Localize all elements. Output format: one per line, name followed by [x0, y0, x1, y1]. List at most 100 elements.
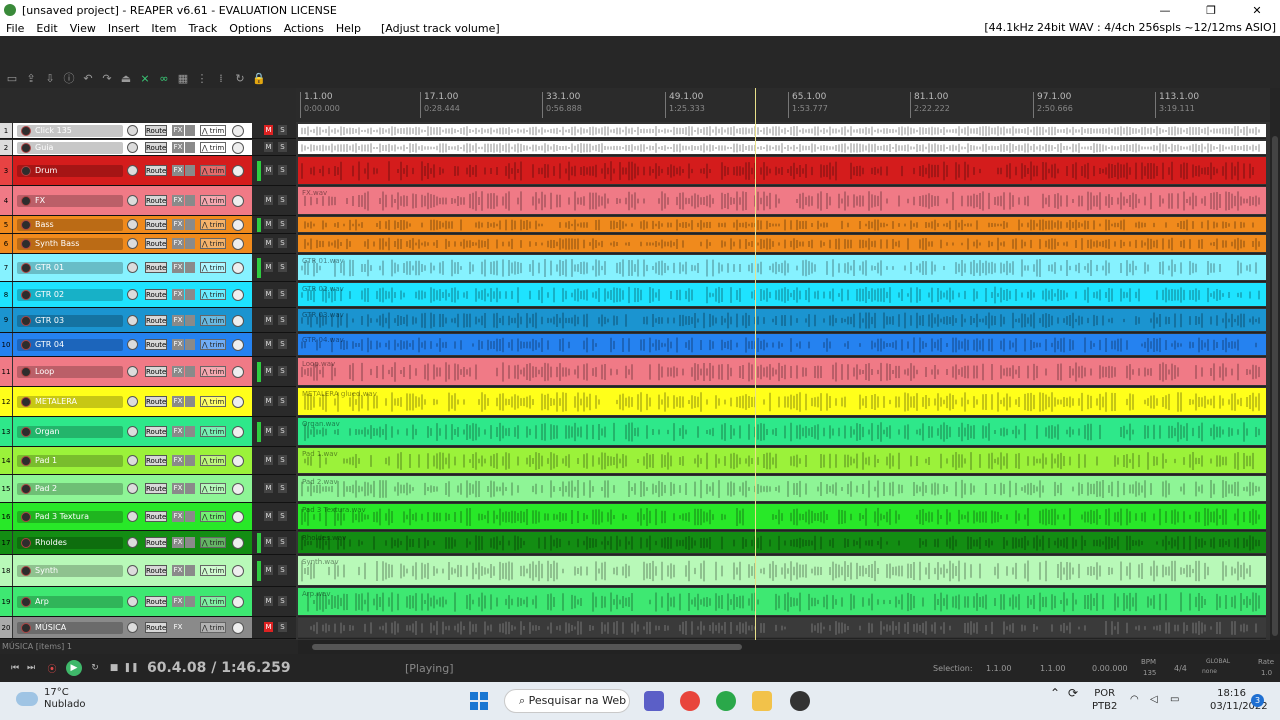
solo-button[interactable]: S [278, 315, 287, 325]
track-name[interactable]: Rholdes [17, 537, 123, 549]
menu-file[interactable]: File [0, 22, 30, 35]
pan-knob[interactable] [232, 565, 244, 577]
track-number[interactable]: 12 [0, 387, 13, 416]
automation-mode-button[interactable]: ⋀ trim [200, 455, 226, 466]
pan-knob[interactable] [232, 142, 244, 154]
snap-icon[interactable]: ⋮ [194, 70, 210, 86]
mute-button[interactable]: M [264, 565, 273, 575]
track-lane[interactable]: FX.wav [298, 186, 1266, 216]
volume-knob[interactable] [127, 262, 138, 273]
media-item[interactable]: Arp.wav [298, 588, 1266, 615]
fx-button[interactable]: FX [172, 262, 184, 273]
volume-knob[interactable] [127, 596, 138, 607]
pan-knob[interactable] [232, 195, 244, 207]
track-number[interactable]: 4 [0, 186, 13, 215]
fx-bypass-icon[interactable] [185, 426, 195, 437]
mute-button[interactable]: M [264, 142, 273, 152]
mute-button[interactable]: M [264, 596, 273, 606]
mute-button[interactable]: M [264, 366, 273, 376]
mute-button[interactable]: M [264, 426, 273, 436]
track-header[interactable]: 20 MÚSICA Route FX ⋀ trim M S [0, 617, 296, 639]
mute-button[interactable]: M [264, 219, 273, 229]
route-button[interactable]: Route [145, 537, 167, 548]
redo-icon[interactable]: ↷ [99, 70, 115, 86]
volume-knob[interactable] [127, 125, 138, 136]
automation-mode-button[interactable]: ⋀ trim [200, 262, 226, 273]
automation-mode-button[interactable]: ⋀ trim [200, 366, 226, 377]
fx-bypass-icon[interactable] [185, 396, 195, 407]
menu-view[interactable]: View [64, 22, 102, 35]
fx-button[interactable]: FX [172, 396, 184, 407]
fx-button[interactable]: FX [172, 596, 184, 607]
mute-button[interactable]: M [264, 125, 273, 135]
open-project-icon[interactable]: ⇪ [23, 70, 39, 86]
automation-mode-button[interactable]: ⋀ trim [200, 165, 226, 176]
chrome-icon[interactable] [680, 691, 700, 711]
media-item[interactable]: Loop.wav [298, 358, 1266, 385]
automation-mode-button[interactable]: ⋀ trim [200, 622, 226, 633]
volume-knob[interactable] [127, 622, 138, 633]
time-position[interactable]: 60.4.08 / 1:46.259 [147, 660, 291, 676]
envelope-icon[interactable]: ⁞ [213, 70, 229, 86]
solo-button[interactable]: S [278, 455, 287, 465]
track-name[interactable]: Synth [17, 565, 123, 577]
fx-button[interactable]: FX [172, 315, 184, 326]
track-number[interactable]: 5 [0, 216, 13, 233]
track-header[interactable]: 7 GTR 01 Route FX ⋀ trim M S [0, 254, 296, 282]
track-header[interactable]: 3 Drum Route FX ⋀ trim M S [0, 156, 296, 186]
automation-mode-button[interactable]: ⋀ trim [200, 483, 226, 494]
media-item[interactable] [298, 217, 1266, 232]
track-header[interactable]: 18 Synth Route FX ⋀ trim M S [0, 555, 296, 587]
track-lane[interactable]: GTR 01.wav [298, 254, 1266, 282]
route-button[interactable]: Route [145, 165, 167, 176]
media-item[interactable]: GTR 04.wav [298, 334, 1266, 355]
maximize-button[interactable]: ❐ [1188, 0, 1234, 20]
volume-knob[interactable] [127, 219, 138, 230]
route-button[interactable]: Route [145, 339, 167, 350]
pan-knob[interactable] [232, 339, 244, 351]
weather-widget[interactable]: 17°C Nublado [16, 687, 86, 711]
solo-button[interactable]: S [278, 537, 287, 547]
track-lane[interactable]: METALERA glued.wav [298, 387, 1266, 417]
fx-bypass-icon[interactable] [185, 596, 195, 607]
solo-button[interactable]: S [278, 125, 287, 135]
menu-edit[interactable]: Edit [30, 22, 63, 35]
fx-bypass-icon[interactable] [185, 289, 195, 300]
volume-knob[interactable] [127, 483, 138, 494]
track-number[interactable]: 7 [0, 254, 13, 281]
track-name[interactable]: Bass [17, 219, 123, 231]
repeat-icon[interactable]: ↻ [88, 661, 102, 675]
track-name[interactable]: Pad 3 Textura [17, 511, 123, 523]
rate-value[interactable]: 1.0 [1261, 669, 1272, 677]
solo-button[interactable]: S [278, 142, 287, 152]
track-header[interactable]: 10 GTR 04 Route FX ⋀ trim M S [0, 333, 296, 357]
track-number[interactable]: 16 [0, 503, 13, 530]
automation-mode-button[interactable]: ⋀ trim [200, 219, 226, 230]
volume-knob[interactable] [127, 565, 138, 576]
fx-button[interactable]: FX [172, 366, 184, 377]
volume-knob[interactable] [127, 142, 138, 153]
mute-button[interactable]: M [264, 396, 273, 406]
track-header[interactable]: 9 GTR 03 Route FX ⋀ trim M S [0, 308, 296, 333]
pan-knob[interactable] [232, 426, 244, 438]
track-lane[interactable] [298, 156, 1266, 186]
fx-bypass-icon[interactable] [185, 366, 195, 377]
reaper-taskbar-icon[interactable] [716, 691, 736, 711]
project-settings-icon[interactable]: ⓘ [61, 70, 77, 86]
fx-button[interactable]: FX [172, 142, 184, 153]
loop-icon[interactable]: ↻ [232, 70, 248, 86]
track-header[interactable]: 16 Pad 3 Textura Route FX ⋀ trim M S [0, 503, 296, 531]
route-button[interactable]: Route [145, 142, 167, 153]
language-indicator[interactable]: POR PTB2 [1092, 687, 1117, 713]
automation-mode-button[interactable]: ⋀ trim [200, 565, 226, 576]
mute-button[interactable]: M [264, 238, 273, 248]
solo-button[interactable]: S [278, 339, 287, 349]
volume-knob[interactable] [127, 339, 138, 350]
pan-knob[interactable] [232, 238, 244, 250]
solo-button[interactable]: S [278, 565, 287, 575]
pan-knob[interactable] [232, 366, 244, 378]
route-button[interactable]: Route [145, 238, 167, 249]
fx-bypass-icon[interactable] [185, 238, 195, 249]
solo-button[interactable]: S [278, 366, 287, 376]
track-header[interactable]: 19 Arp Route FX ⋀ trim M S [0, 587, 296, 617]
